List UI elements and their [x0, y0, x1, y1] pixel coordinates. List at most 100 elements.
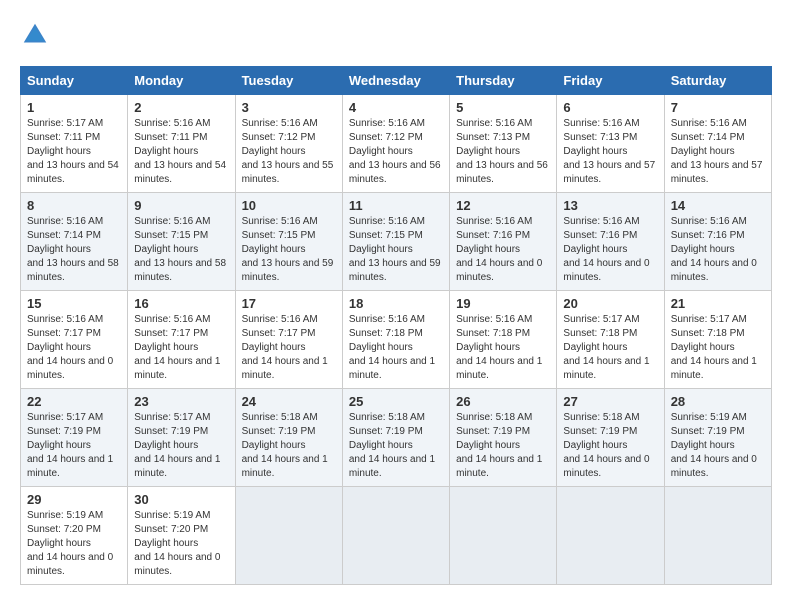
weekday-header-monday: Monday: [128, 67, 235, 95]
calendar-cell: 22 Sunrise: 5:17 AMSunset: 7:19 PMDayligh…: [21, 389, 128, 487]
calendar-cell: 24Sunrise: 5:18 AMSunset: 7:19 PMDayligh…: [235, 389, 342, 487]
weekday-header-saturday: Saturday: [664, 67, 771, 95]
calendar-cell: 7 Sunrise: 5:16 AMSunset: 7:14 PMDaylight…: [664, 95, 771, 193]
calendar-table: SundayMondayTuesdayWednesdayThursdayFrid…: [20, 66, 772, 585]
weekday-header-row: SundayMondayTuesdayWednesdayThursdayFrid…: [21, 67, 772, 95]
calendar-cell: 2 Sunrise: 5:16 AMSunset: 7:11 PMDaylight…: [128, 95, 235, 193]
day-number: 19: [456, 296, 550, 311]
cell-info: Sunrise: 5:17 AMSunset: 7:19 PMDaylight …: [134, 411, 228, 481]
day-number: 4: [349, 100, 443, 115]
calendar-cell: 26 Sunrise: 5:18 AMSunset: 7:19 PMDayligh…: [450, 389, 557, 487]
calendar-cell: 20 Sunrise: 5:17 AMSunset: 7:18 PMDayligh…: [557, 291, 664, 389]
calendar-cell: [342, 487, 449, 585]
cell-info: Sunrise: 5:16 AMSunset: 7:12 PMDaylight …: [242, 117, 336, 187]
cell-info: Sunrise: 5:16 AMSunset: 7:13 PMDaylight …: [563, 117, 657, 187]
calendar-week-3: 15 Sunrise: 5:16 AMSunset: 7:17 PMDayligh…: [21, 291, 772, 389]
calendar-cell: 10 Sunrise: 5:16 AMSunset: 7:15 PMDayligh…: [235, 193, 342, 291]
cell-info: Sunrise: 5:16 AMSunset: 7:14 PMDaylight …: [27, 215, 121, 285]
page-header: [20, 20, 772, 50]
cell-info: Sunrise: 5:17 AMSunset: 7:11 PMDaylight …: [27, 117, 121, 187]
calendar-week-5: 29Sunrise: 5:19 AMSunset: 7:20 PMDayligh…: [21, 487, 772, 585]
cell-info: Sunrise: 5:16 AMSunset: 7:12 PMDaylight …: [349, 117, 443, 187]
calendar-cell: 29Sunrise: 5:19 AMSunset: 7:20 PMDayligh…: [21, 487, 128, 585]
cell-info: Sunrise: 5:16 AMSunset: 7:11 PMDaylight …: [134, 117, 228, 187]
day-number: 30: [134, 492, 228, 507]
calendar-cell: [235, 487, 342, 585]
cell-info: Sunrise: 5:16 AMSunset: 7:18 PMDaylight …: [349, 313, 443, 383]
calendar-cell: 27 Sunrise: 5:18 AMSunset: 7:19 PMDayligh…: [557, 389, 664, 487]
calendar-week-4: 22 Sunrise: 5:17 AMSunset: 7:19 PMDayligh…: [21, 389, 772, 487]
calendar-cell: 14Sunrise: 5:16 AMSunset: 7:16 PMDayligh…: [664, 193, 771, 291]
day-number: 27: [563, 394, 657, 409]
cell-info: Sunrise: 5:16 AMSunset: 7:17 PMDaylight …: [242, 313, 336, 383]
day-number: 23: [134, 394, 228, 409]
day-number: 11: [349, 198, 443, 213]
calendar-week-1: 1Sunrise: 5:17 AMSunset: 7:11 PMDaylight…: [21, 95, 772, 193]
weekday-header-tuesday: Tuesday: [235, 67, 342, 95]
cell-info: Sunrise: 5:16 AMSunset: 7:18 PMDaylight …: [456, 313, 550, 383]
weekday-header-thursday: Thursday: [450, 67, 557, 95]
calendar-cell: 19 Sunrise: 5:16 AMSunset: 7:18 PMDayligh…: [450, 291, 557, 389]
day-number: 7: [671, 100, 765, 115]
day-number: 13: [563, 198, 657, 213]
cell-info: Sunrise: 5:18 AMSunset: 7:19 PMDaylight …: [456, 411, 550, 481]
cell-info: Sunrise: 5:16 AMSunset: 7:17 PMDaylight …: [27, 313, 121, 383]
cell-info: Sunrise: 5:16 AMSunset: 7:15 PMDaylight …: [242, 215, 336, 285]
calendar-week-2: 8 Sunrise: 5:16 AMSunset: 7:14 PMDaylight…: [21, 193, 772, 291]
calendar-cell: [450, 487, 557, 585]
day-number: 22: [27, 394, 121, 409]
cell-info: Sunrise: 5:16 AMSunset: 7:13 PMDaylight …: [456, 117, 550, 187]
day-number: 12: [456, 198, 550, 213]
calendar-cell: [664, 487, 771, 585]
cell-info: Sunrise: 5:16 AMSunset: 7:16 PMDaylight …: [456, 215, 550, 285]
cell-info: Sunrise: 5:16 AMSunset: 7:14 PMDaylight …: [671, 117, 765, 187]
day-number: 24: [242, 394, 336, 409]
day-number: 16: [134, 296, 228, 311]
day-number: 20: [563, 296, 657, 311]
day-number: 6: [563, 100, 657, 115]
calendar-cell: 28 Sunrise: 5:19 AMSunset: 7:19 PMDayligh…: [664, 389, 771, 487]
calendar-cell: 17 Sunrise: 5:16 AMSunset: 7:17 PMDayligh…: [235, 291, 342, 389]
cell-info: Sunrise: 5:17 AMSunset: 7:18 PMDaylight …: [563, 313, 657, 383]
logo-icon: [20, 20, 50, 50]
calendar-cell: 5Sunrise: 5:16 AMSunset: 7:13 PMDaylight…: [450, 95, 557, 193]
calendar-cell: 25 Sunrise: 5:18 AMSunset: 7:19 PMDayligh…: [342, 389, 449, 487]
day-number: 10: [242, 198, 336, 213]
calendar-cell: 18 Sunrise: 5:16 AMSunset: 7:18 PMDayligh…: [342, 291, 449, 389]
calendar-cell: 11Sunrise: 5:16 AMSunset: 7:15 PMDayligh…: [342, 193, 449, 291]
day-number: 21: [671, 296, 765, 311]
cell-info: Sunrise: 5:16 AMSunset: 7:17 PMDaylight …: [134, 313, 228, 383]
cell-info: Sunrise: 5:16 AMSunset: 7:16 PMDaylight …: [563, 215, 657, 285]
calendar-cell: 13 Sunrise: 5:16 AMSunset: 7:16 PMDayligh…: [557, 193, 664, 291]
calendar-cell: 15 Sunrise: 5:16 AMSunset: 7:17 PMDayligh…: [21, 291, 128, 389]
cell-info: Sunrise: 5:18 AMSunset: 7:19 PMDaylight …: [349, 411, 443, 481]
cell-info: Sunrise: 5:16 AMSunset: 7:16 PMDaylight …: [671, 215, 765, 285]
day-number: 25: [349, 394, 443, 409]
day-number: 28: [671, 394, 765, 409]
calendar-cell: 6 Sunrise: 5:16 AMSunset: 7:13 PMDaylight…: [557, 95, 664, 193]
day-number: 3: [242, 100, 336, 115]
calendar-cell: 12 Sunrise: 5:16 AMSunset: 7:16 PMDayligh…: [450, 193, 557, 291]
day-number: 17: [242, 296, 336, 311]
calendar-cell: 3 Sunrise: 5:16 AMSunset: 7:12 PMDaylight…: [235, 95, 342, 193]
weekday-header-friday: Friday: [557, 67, 664, 95]
cell-info: Sunrise: 5:16 AMSunset: 7:15 PMDaylight …: [134, 215, 228, 285]
day-number: 15: [27, 296, 121, 311]
calendar-cell: [557, 487, 664, 585]
day-number: 18: [349, 296, 443, 311]
weekday-header-wednesday: Wednesday: [342, 67, 449, 95]
calendar-cell: 1Sunrise: 5:17 AMSunset: 7:11 PMDaylight…: [21, 95, 128, 193]
calendar-cell: 30 Sunrise: 5:19 AMSunset: 7:20 PMDayligh…: [128, 487, 235, 585]
day-number: 8: [27, 198, 121, 213]
day-number: 2: [134, 100, 228, 115]
calendar-cell: 4 Sunrise: 5:16 AMSunset: 7:12 PMDaylight…: [342, 95, 449, 193]
cell-info: Sunrise: 5:17 AMSunset: 7:18 PMDaylight …: [671, 313, 765, 383]
calendar-cell: 8 Sunrise: 5:16 AMSunset: 7:14 PMDaylight…: [21, 193, 128, 291]
calendar-cell: 23 Sunrise: 5:17 AMSunset: 7:19 PMDayligh…: [128, 389, 235, 487]
calendar-cell: 16 Sunrise: 5:16 AMSunset: 7:17 PMDayligh…: [128, 291, 235, 389]
cell-info: Sunrise: 5:19 AMSunset: 7:19 PMDaylight …: [671, 411, 765, 481]
day-number: 26: [456, 394, 550, 409]
cell-info: Sunrise: 5:17 AMSunset: 7:19 PMDaylight …: [27, 411, 121, 481]
cell-info: Sunrise: 5:18 AMSunset: 7:19 PMDaylight …: [563, 411, 657, 481]
cell-info: Sunrise: 5:19 AMSunset: 7:20 PMDaylight …: [134, 509, 228, 579]
